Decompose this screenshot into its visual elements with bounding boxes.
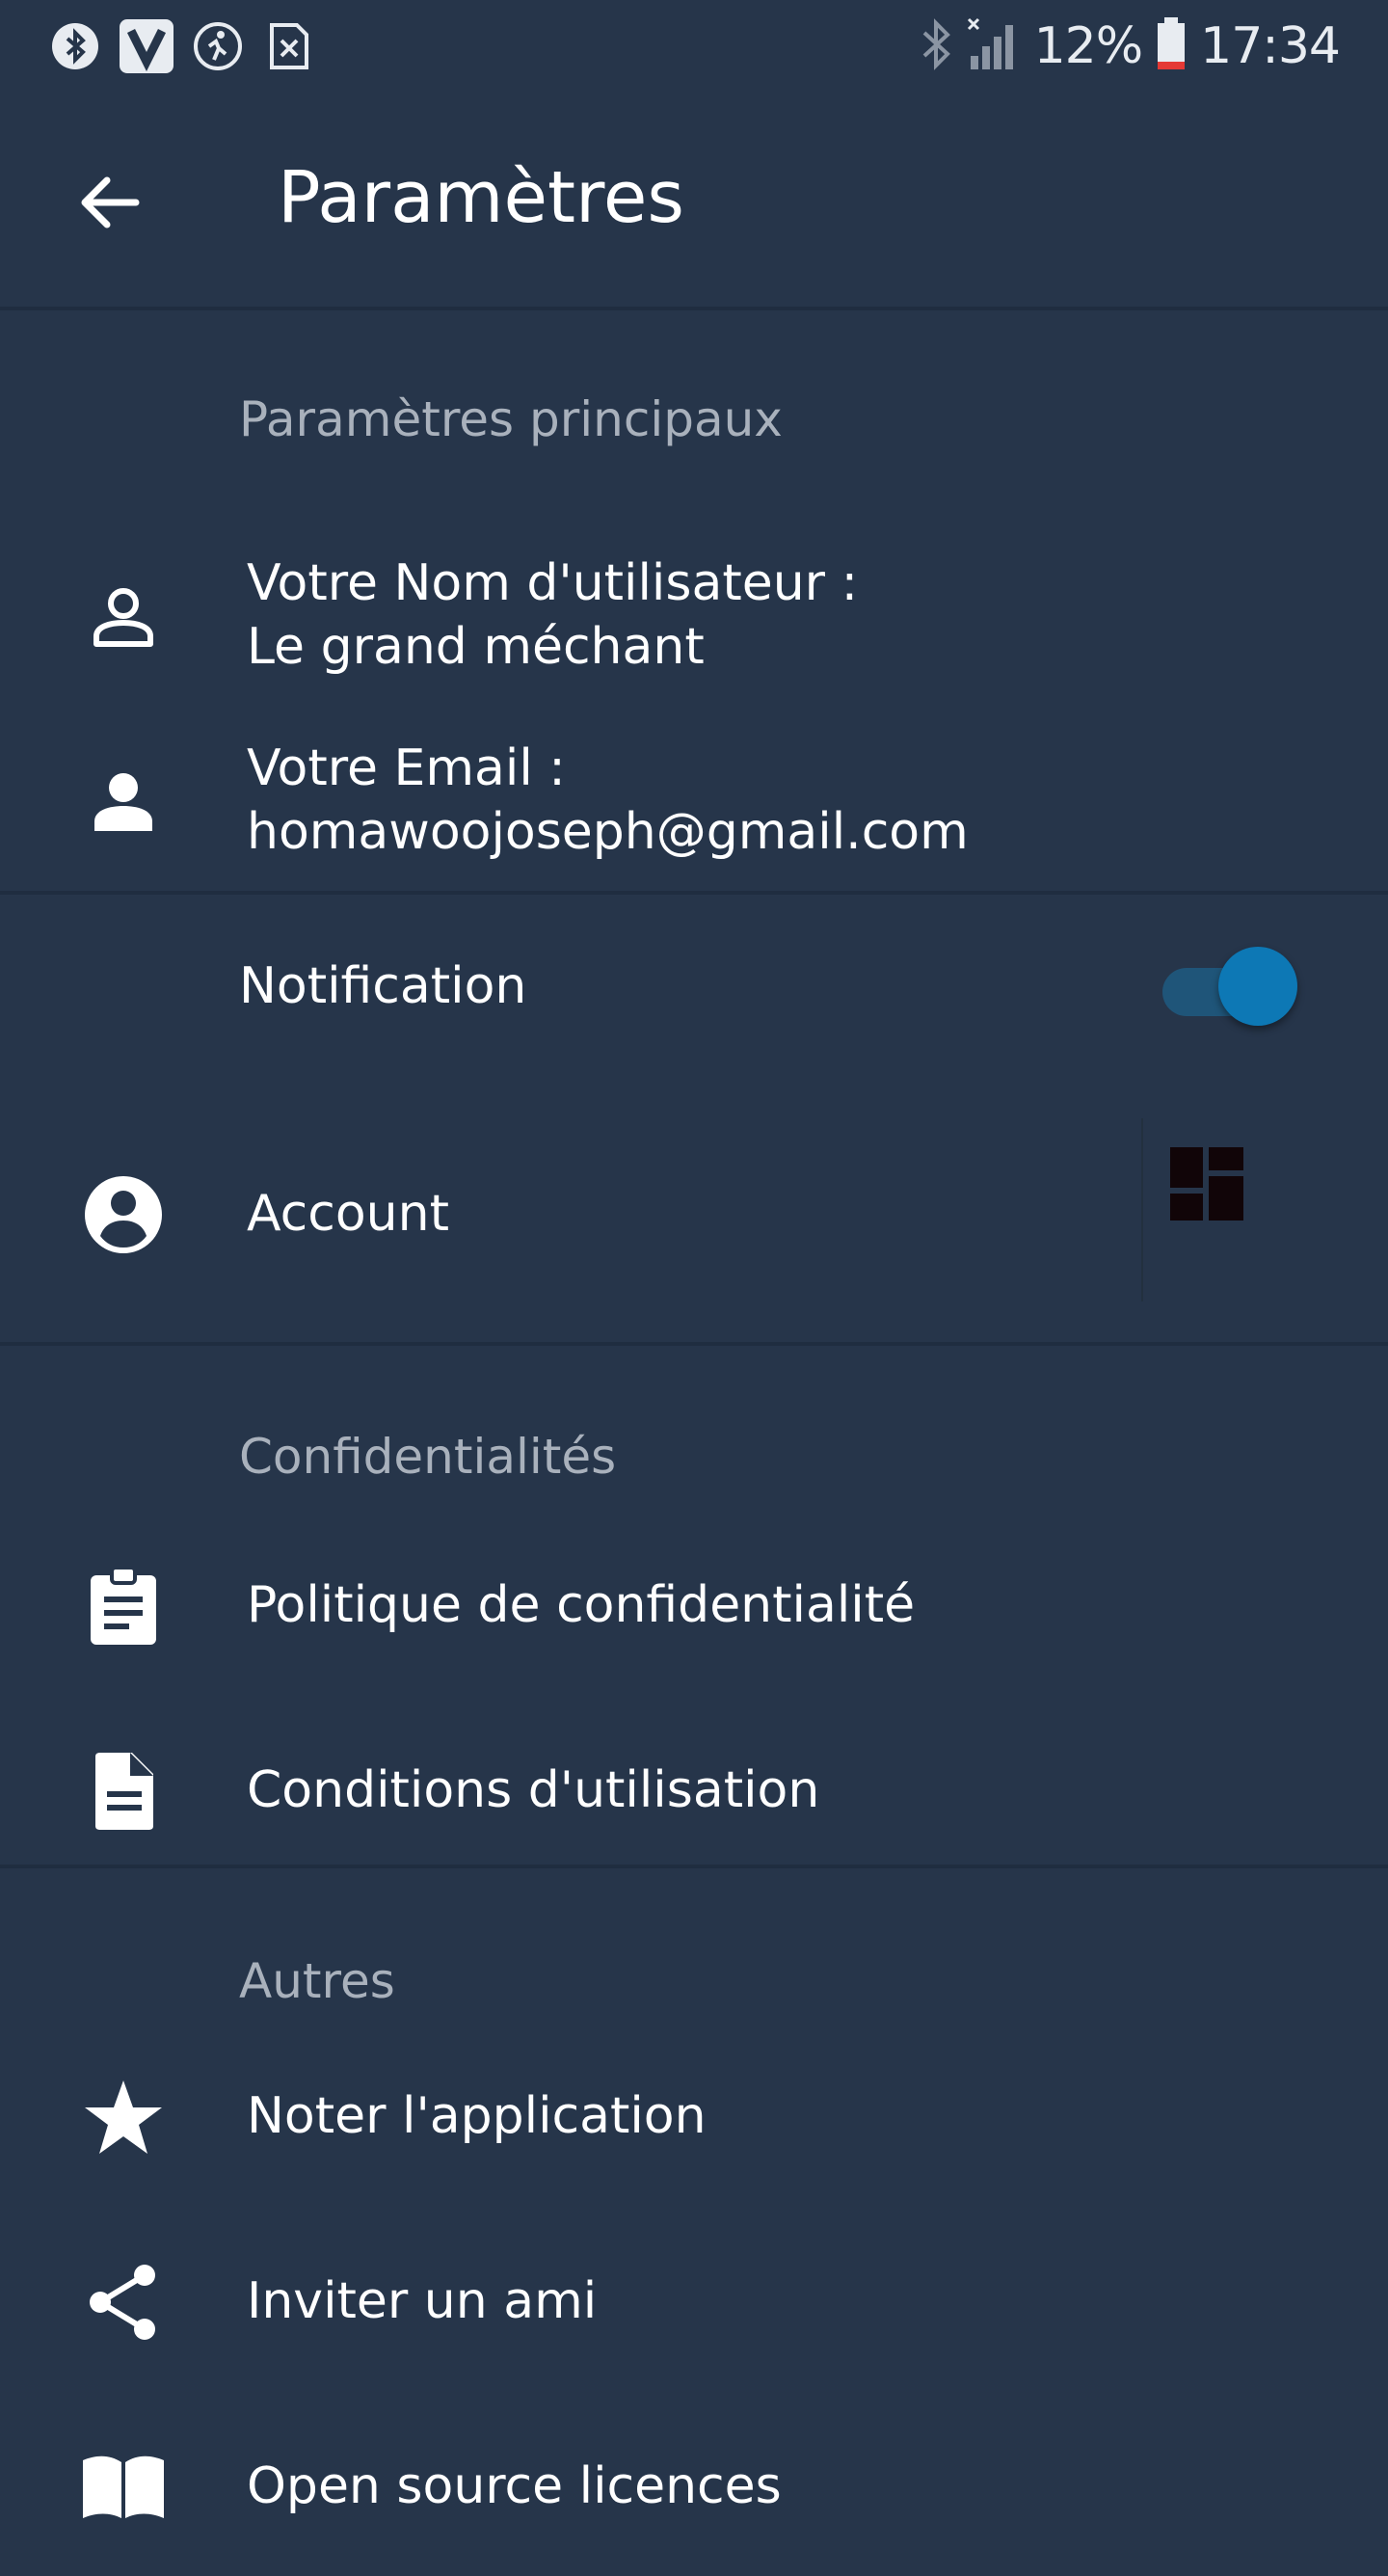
privacy-policy-label: Politique de confidentialité [247, 1576, 916, 1634]
section-title-others: Autres [239, 1953, 395, 2009]
clipboard-icon [77, 1560, 170, 1652]
email-value: homawoojoseph@gmail.com [247, 803, 969, 861]
dashboard-widget-icon[interactable] [1170, 1147, 1243, 1221]
email-label: Votre Email : [247, 739, 566, 797]
licenses-row[interactable]: Open source licences [0, 2424, 1388, 2549]
page-title: Paramètres [278, 156, 684, 239]
book-open-icon [77, 2441, 170, 2534]
email-row[interactable]: Votre Email : homawoojoseph@gmail.com [0, 725, 1388, 879]
account-circle-icon [77, 1168, 170, 1261]
notification-row[interactable]: Notification [0, 926, 1388, 1047]
clock: 17:34 [1200, 17, 1341, 75]
notification-label: Notification [239, 957, 527, 1015]
invite-friend-label: Inviter un ami [247, 2272, 598, 2330]
privacy-policy-row[interactable]: Politique de confidentialité [0, 1543, 1388, 1668]
appbar-divider [0, 307, 1388, 310]
person-outline-icon [77, 571, 170, 663]
notification-toggle[interactable] [1162, 947, 1297, 1026]
username-row[interactable]: Votre Nom d'utilisateur : Le grand mécha… [0, 540, 1388, 694]
status-bar: 12% 17:34 [0, 0, 1388, 96]
rate-app-label: Noter l'application [247, 2087, 707, 2145]
username-label: Votre Nom d'utilisateur : [247, 554, 859, 612]
bluetooth-circle-icon [48, 19, 102, 73]
bluetooth-icon [919, 17, 953, 75]
licenses-label: Open source licences [247, 2457, 782, 2515]
section-title-main: Paramètres principaux [239, 391, 783, 447]
sim-x-icon [262, 19, 316, 73]
battery-percent: 12% [1033, 17, 1144, 75]
share-icon [77, 2256, 170, 2348]
section-divider-3 [0, 1865, 1388, 1868]
activity-icon [191, 19, 245, 73]
account-vertical-divider [1141, 1118, 1143, 1301]
toggle-knob [1218, 947, 1297, 1026]
section-divider-2 [0, 1342, 1388, 1346]
terms-label: Conditions d'utilisation [247, 1761, 820, 1819]
section-title-privacy: Confidentialités [239, 1429, 617, 1485]
document-icon [77, 1745, 170, 1838]
person-icon [77, 756, 170, 848]
rate-app-row[interactable]: Noter l'application [0, 2053, 1388, 2179]
signal-icon [967, 17, 1021, 75]
username-value: Le grand méchant [247, 618, 705, 676]
star-icon [77, 2071, 170, 2163]
battery-icon [1156, 17, 1187, 75]
app-bar: Paramètres [0, 96, 1388, 309]
invite-friend-row[interactable]: Inviter un ami [0, 2239, 1388, 2364]
terms-row[interactable]: Conditions d'utilisation [0, 1728, 1388, 1853]
back-arrow-icon[interactable] [69, 162, 150, 243]
v-app-icon [120, 19, 174, 73]
account-label: Account [247, 1185, 449, 1243]
section-divider-1 [0, 891, 1388, 895]
